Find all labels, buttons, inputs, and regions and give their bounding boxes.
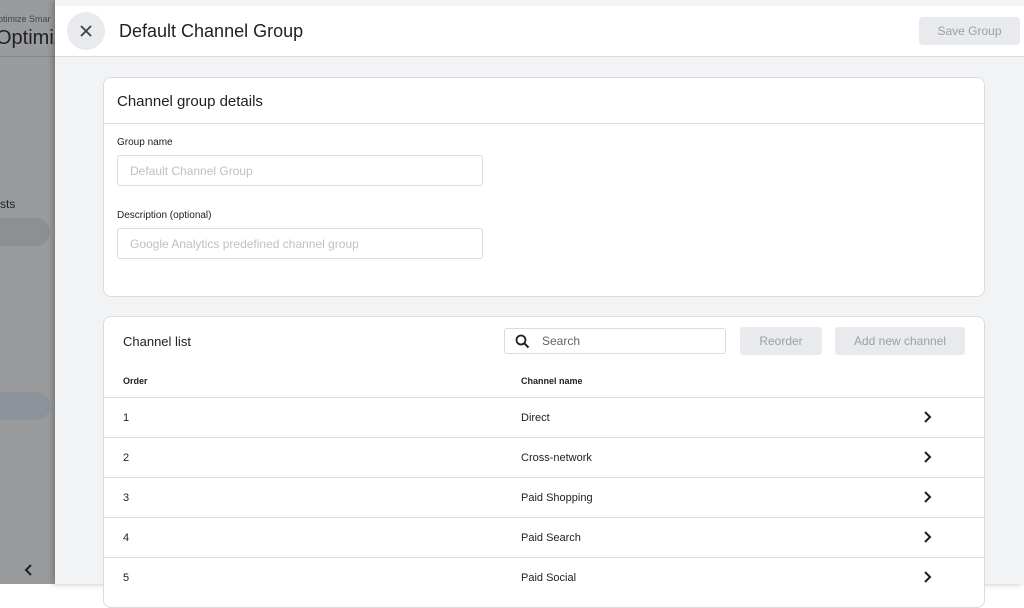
table-row[interactable]: 5 Paid Social (104, 557, 984, 597)
details-section-title: Channel group details (117, 93, 263, 110)
close-button[interactable] (67, 12, 105, 50)
chevron-right-icon[interactable] (920, 490, 934, 504)
channel-list-title: Channel list (123, 334, 191, 349)
row-order: 1 (123, 412, 130, 424)
row-channel-name: Direct (521, 412, 550, 424)
chevron-right-icon[interactable] (920, 530, 934, 544)
divider (104, 123, 984, 124)
row-channel-name: Cross-network (521, 452, 592, 464)
row-order: 2 (123, 452, 130, 464)
row-order: 3 (123, 492, 130, 504)
table-row[interactable]: 3 Paid Shopping (104, 477, 984, 517)
add-new-channel-button[interactable]: Add new channel (835, 327, 965, 355)
search-input[interactable]: Search (504, 328, 726, 354)
chevron-right-icon[interactable] (920, 450, 934, 464)
column-header-channel-name: Channel name (521, 376, 583, 386)
row-channel-name: Paid Social (521, 572, 577, 584)
row-order: 4 (123, 532, 130, 544)
table-row[interactable]: 1 Direct (104, 397, 984, 437)
column-header-order: Order (123, 376, 148, 386)
row-channel-name: Paid Shopping (521, 492, 593, 504)
modal-scrim[interactable] (0, 0, 55, 584)
group-name-label: Group name (117, 137, 173, 148)
save-group-button[interactable]: Save Group (919, 17, 1020, 45)
search-icon (515, 334, 530, 348)
description-label: Description (optional) (117, 210, 212, 221)
table-row[interactable]: 2 Cross-network (104, 437, 984, 477)
chevron-right-icon[interactable] (920, 410, 934, 424)
channel-group-drawer: Default Channel Group Save Group Channel… (55, 0, 1024, 608)
page-title: Default Channel Group (119, 21, 304, 41)
drawer-header: Default Channel Group Save Group (55, 6, 1024, 57)
close-icon (80, 25, 92, 37)
description-input[interactable] (117, 228, 483, 259)
chevron-right-icon[interactable] (920, 570, 934, 584)
channel-list-card: Channel list Search Reorder Add new chan… (103, 316, 985, 608)
group-name-input[interactable] (117, 155, 483, 186)
row-channel-name: Paid Search (521, 532, 581, 544)
channel-group-details-card: Channel group details Group name Descrip… (103, 77, 985, 297)
reorder-button[interactable]: Reorder (740, 327, 822, 355)
table-row[interactable]: 4 Paid Search (104, 517, 984, 557)
search-placeholder: Search (542, 334, 581, 348)
row-order: 5 (123, 572, 130, 584)
channel-table-body: 1 Direct 2 Cross-network 3 Paid Shopping… (104, 397, 984, 597)
